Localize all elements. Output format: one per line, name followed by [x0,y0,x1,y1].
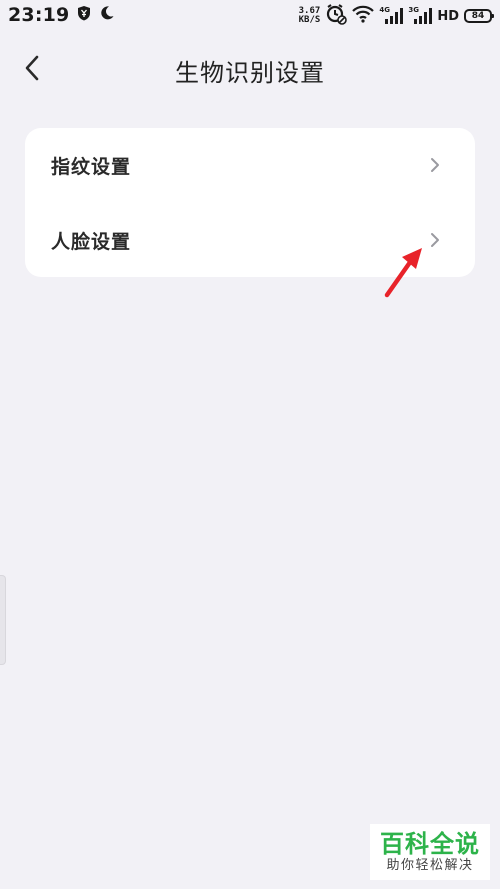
net-speed-unit: KB/S [298,15,321,25]
moon-icon [99,5,115,25]
watermark-subtitle: 助你轻松解决 [386,858,474,873]
page-title: 生物识别设置 [175,59,325,87]
signal-sim2: 3G [408,6,433,26]
chevron-right-icon [431,233,439,247]
net-speed: 3.67 KB/S [299,7,321,25]
status-bar: 23:19 3.67 KB/S 4G 3G HD 84 [0,0,500,30]
settings-row-label: 指纹设置 [51,156,132,178]
settings-row-label: 人脸设置 [51,231,132,253]
hd-voice-icon: HD [437,8,459,24]
watermark-title: 百科全说 [380,830,480,858]
status-left: 23:19 [8,4,115,26]
alarm-off-icon [325,3,348,29]
wifi-icon [352,5,375,27]
signal-bars-icon [385,8,404,24]
battery-level: 84 [471,11,485,21]
chevron-right-icon [431,158,439,172]
status-right: 3.67 KB/S 4G 3G HD 84 [299,3,494,29]
page-header: 生物识别设置 [0,42,500,96]
shield-icon [77,5,91,25]
status-time: 23:19 [8,4,70,26]
red-arrow-icon [384,248,422,298]
signal-bars-icon [414,8,433,24]
signal-sim1: 4G [379,6,404,26]
battery-icon: 84 [464,9,494,23]
watermark: 百科全说 助你轻松解决 [370,824,490,880]
settings-row-fingerprint[interactable]: 指纹设置 [25,128,475,203]
edge-handle[interactable] [0,575,6,665]
